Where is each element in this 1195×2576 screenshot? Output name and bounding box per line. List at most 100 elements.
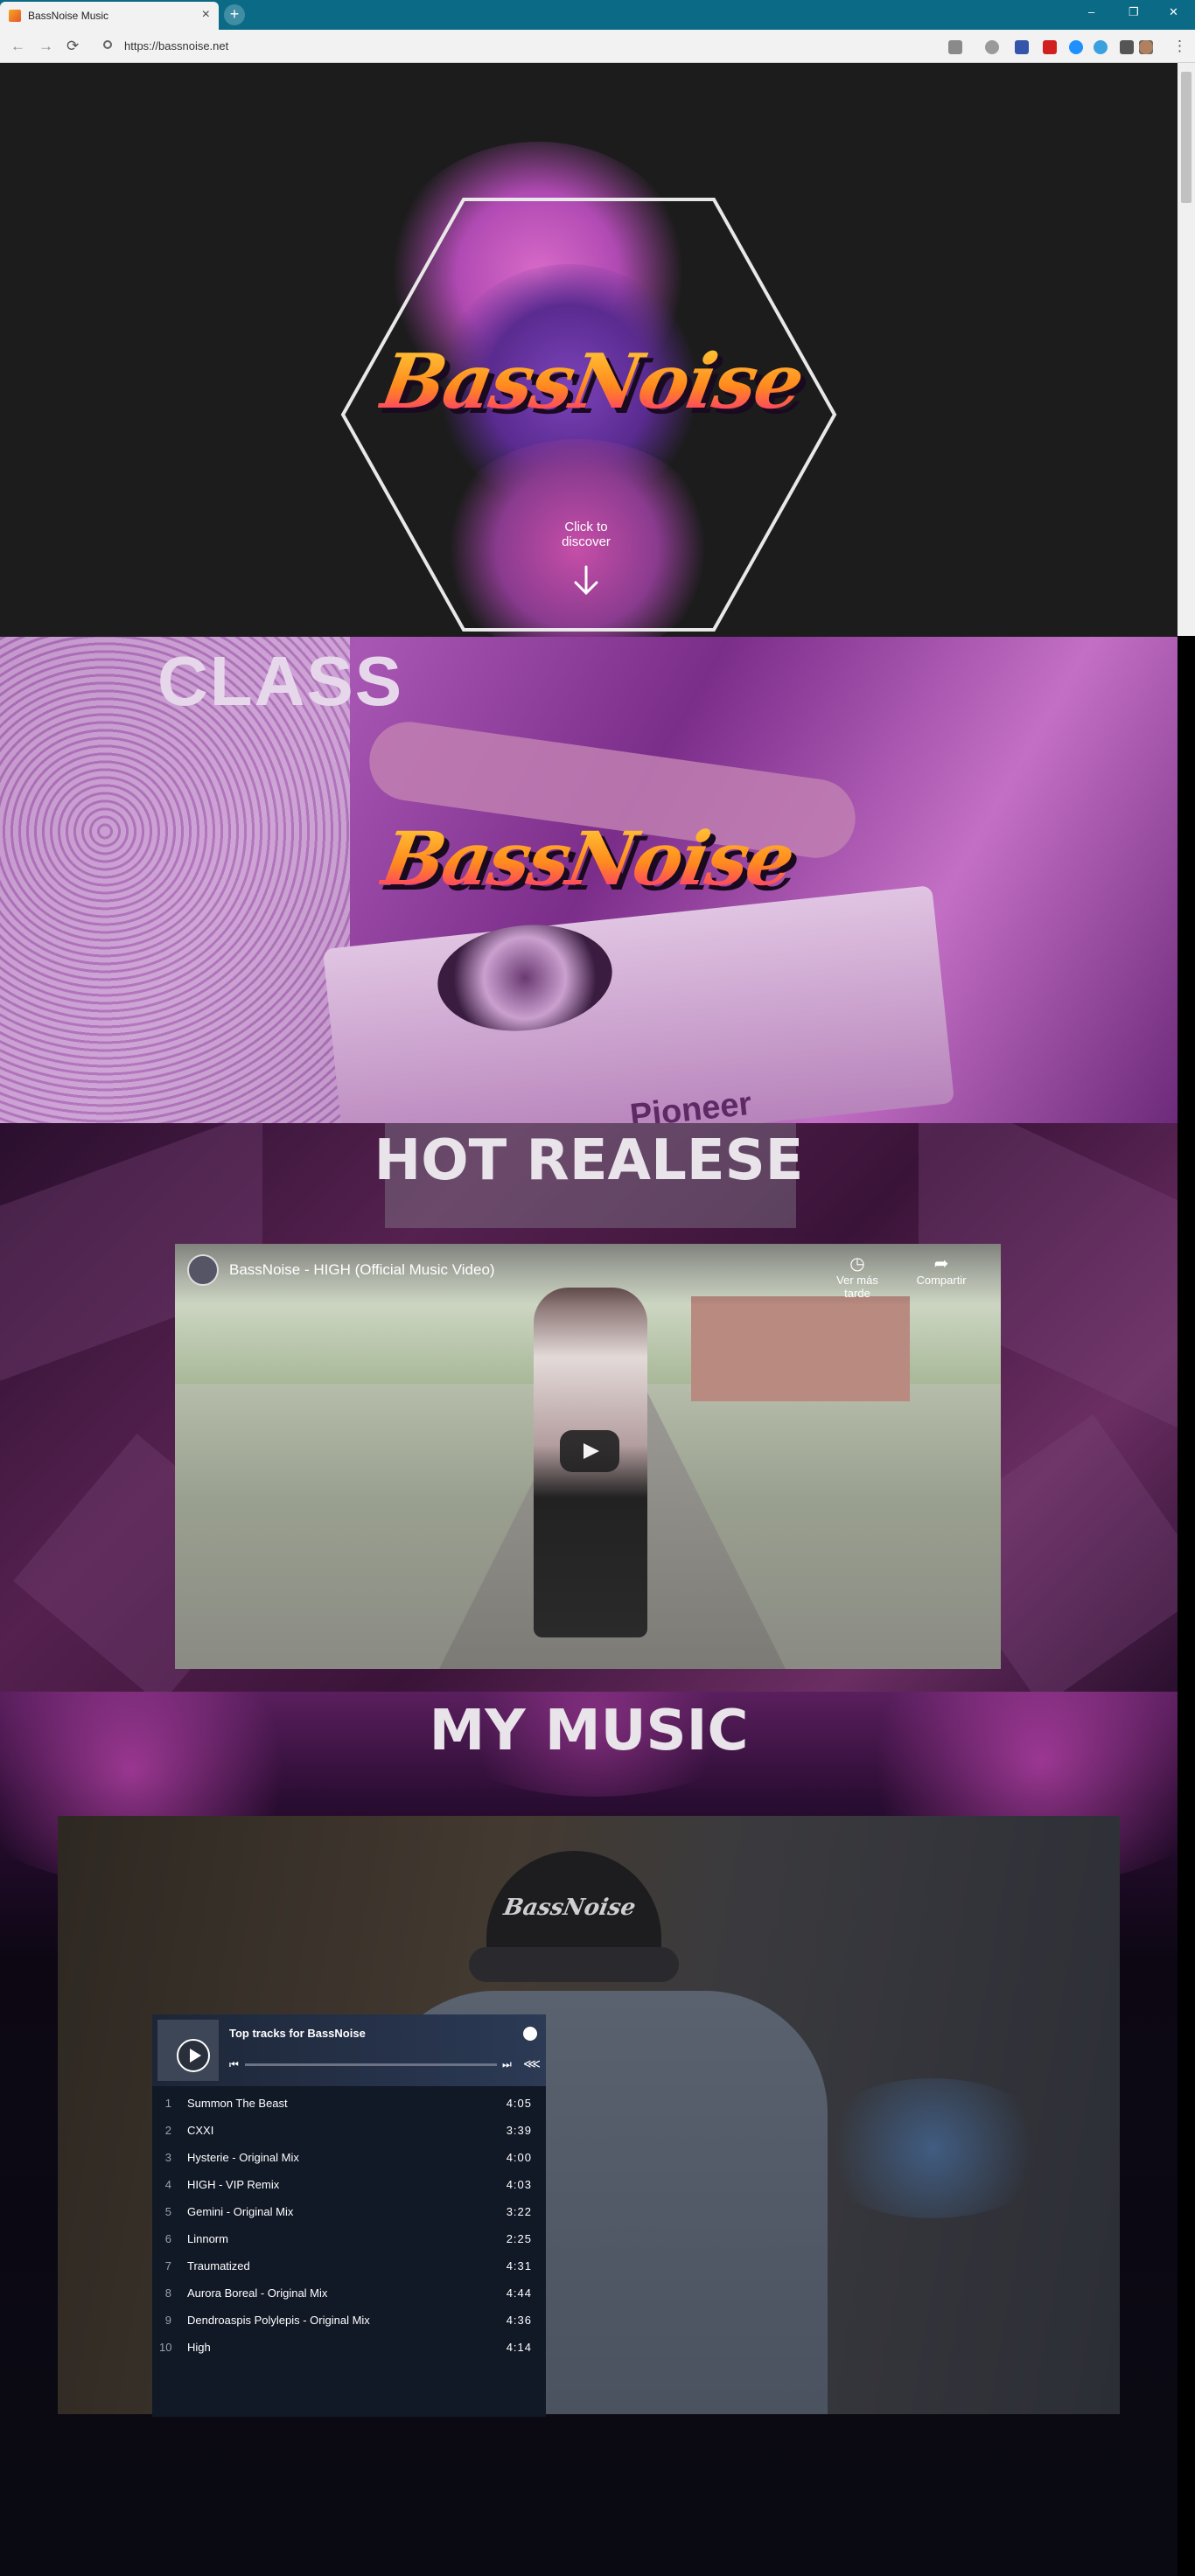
- clock-icon: ◷: [849, 1254, 865, 1274]
- dj-mixer-image: [322, 885, 955, 1123]
- track-number: 3: [164, 2151, 171, 2164]
- spotify-play-button[interactable]: [177, 2039, 210, 2072]
- track-row[interactable]: 5 Gemini - Original Mix 3:22: [152, 2198, 546, 2225]
- track-row[interactable]: 1 Summon The Beast 4:05: [152, 2090, 546, 2117]
- track-name: Gemini - Original Mix: [187, 2205, 294, 2218]
- side-marker: [1179, 637, 1195, 672]
- discover-line2: discover: [562, 534, 611, 549]
- watch-later-label: Ver más tarde: [836, 1274, 878, 1300]
- page-scrollbar[interactable]: [1178, 63, 1195, 636]
- track-row[interactable]: 10 High 4:14: [152, 2334, 546, 2361]
- track-duration: 4:31: [506, 2259, 532, 2272]
- track-name: Hysterie - Original Mix: [187, 2151, 299, 2164]
- dj-banner-section: CLASS BassNoise BassNoise Pioneer: [0, 637, 1178, 1123]
- window-minimize-button[interactable]: –: [1088, 5, 1094, 18]
- extension-icon-4[interactable]: [1069, 40, 1083, 54]
- tab-close-icon[interactable]: ×: [202, 7, 210, 23]
- cap-logo-text: BassNoise: [501, 1895, 638, 1921]
- track-number: 9: [164, 2314, 171, 2327]
- video-play-button[interactable]: [560, 1430, 619, 1472]
- forward-arrow-icon[interactable]: →: [38, 38, 53, 55]
- extension-icon-2[interactable]: [1015, 40, 1029, 54]
- youtube-video-embed[interactable]: BassNoise - HIGH (Official Music Video) …: [175, 1244, 1001, 1669]
- track-name: Linnorm: [187, 2232, 228, 2245]
- track-number: 8: [164, 2286, 171, 2300]
- track-row[interactable]: 3 Hysterie - Original Mix 4:00: [152, 2144, 546, 2171]
- track-row[interactable]: 4 HIGH - VIP Remix 4:03: [152, 2171, 546, 2198]
- video-house: [691, 1296, 910, 1401]
- track-duration: 3:22: [506, 2205, 532, 2218]
- browser-tab[interactable]: BassNoise Music ×: [0, 2, 219, 30]
- track-list: 1 Summon The Beast 4:05 2 CXXI 3:39 3 Hysterie …: [152, 2090, 546, 2361]
- graffiti-decoration: [810, 2078, 1055, 2218]
- track-row[interactable]: 7 Traumatized 4:31: [152, 2252, 546, 2279]
- track-duration: 4:36: [506, 2314, 532, 2327]
- spotify-player-header: Top tracks for BassNoise ⏮ ⏭ ⋘: [152, 2014, 546, 2086]
- dj-logo: BassNoise: [375, 815, 800, 902]
- scrollbar-thumb[interactable]: [1181, 72, 1192, 203]
- arrow-down-icon[interactable]: [569, 563, 604, 598]
- watch-later-button[interactable]: ◷ Ver más tarde: [822, 1254, 892, 1300]
- browser-toolbar: ← → ⟳ https://bassnoise.net ⋮: [0, 30, 1195, 63]
- translate-extension-icon[interactable]: [948, 40, 962, 54]
- track-number: 7: [164, 2259, 171, 2272]
- click-to-discover-link[interactable]: Click to discover: [542, 520, 630, 549]
- track-duration: 4:00: [506, 2151, 532, 2164]
- track-name: High: [187, 2341, 211, 2354]
- my-music-title: MY MUSIC: [429, 1699, 749, 1763]
- spotify-logo-icon[interactable]: [523, 2027, 537, 2041]
- window-close-button[interactable]: ✕: [1169, 5, 1178, 19]
- track-duration: 4:03: [506, 2178, 532, 2191]
- track-number: 6: [164, 2232, 171, 2245]
- track-duration: 4:05: [506, 2097, 532, 2110]
- profile-avatar[interactable]: [1139, 40, 1153, 54]
- share-label: Compartir: [916, 1274, 967, 1287]
- shirt-print-text: CLASS: [157, 642, 404, 720]
- share-button[interactable]: ➦ Compartir: [906, 1254, 976, 1287]
- track-number: 4: [164, 2178, 171, 2191]
- track-row[interactable]: 6 Linnorm 2:25: [152, 2225, 546, 2252]
- back-arrow-icon[interactable]: ←: [10, 38, 25, 55]
- track-row[interactable]: 2 CXXI 3:39: [152, 2117, 546, 2144]
- track-name: HIGH - VIP Remix: [187, 2178, 280, 2191]
- new-tab-button[interactable]: +: [224, 4, 245, 25]
- url-text[interactable]: https://bassnoise.net: [124, 39, 228, 52]
- discover-line1: Click to: [564, 520, 608, 534]
- artist-cap-brim: [469, 1947, 679, 1982]
- track-number: 2: [164, 2124, 171, 2137]
- track-row[interactable]: 9 Dendroaspis Polylepis - Original Mix 4:3…: [152, 2307, 546, 2334]
- spotify-player-widget: Top tracks for BassNoise ⏮ ⏭ ⋘ 1 Summon T…: [152, 2014, 546, 2417]
- telegram-extension-icon[interactable]: [1094, 40, 1108, 54]
- track-name: Traumatized: [187, 2259, 250, 2272]
- address-bar[interactable]: https://bassnoise.net: [96, 36, 927, 57]
- video-header: BassNoise - HIGH (Official Music Video) …: [175, 1244, 1001, 1305]
- site-info-icon[interactable]: [103, 40, 112, 49]
- track-row[interactable]: 8 Aurora Boreal - Original Mix 4:44: [152, 2279, 546, 2307]
- hero-section: BassNoise BassNoise Click to discover: [0, 63, 1178, 637]
- spotify-heading[interactable]: Top tracks for BassNoise: [229, 2027, 366, 2040]
- video-title[interactable]: BassNoise - HIGH (Official Music Video): [229, 1261, 495, 1279]
- track-name: Aurora Boreal - Original Mix: [187, 2286, 328, 2300]
- spotify-progress-bar[interactable]: [245, 2063, 497, 2066]
- hero-logo: BassNoise: [374, 338, 809, 426]
- track-number: 10: [159, 2341, 172, 2354]
- share-arrow-icon: ➦: [933, 1254, 949, 1274]
- next-track-icon[interactable]: ⏭: [502, 2058, 512, 2071]
- extension-icon-5[interactable]: [1120, 40, 1134, 54]
- album-art: [157, 2020, 219, 2081]
- window-restore-button[interactable]: ❐: [1129, 5, 1139, 19]
- channel-avatar[interactable]: [187, 1254, 219, 1286]
- hot-release-title: HOT REALESE: [374, 1128, 804, 1193]
- track-duration: 2:25: [506, 2232, 532, 2245]
- spotify-share-icon[interactable]: ⋘: [523, 2056, 541, 2071]
- track-number: 5: [164, 2205, 171, 2218]
- track-duration: 3:39: [506, 2124, 532, 2137]
- browser-menu-icon[interactable]: ⋮: [1172, 38, 1187, 55]
- extension-icon-1[interactable]: [985, 40, 999, 54]
- previous-track-icon[interactable]: ⏮: [229, 2058, 239, 2071]
- track-number: 1: [164, 2097, 171, 2110]
- extension-icon-3[interactable]: [1043, 40, 1057, 54]
- reload-icon[interactable]: ⟳: [66, 38, 79, 55]
- site-favicon-icon: [9, 10, 21, 22]
- track-duration: 4:44: [506, 2286, 532, 2300]
